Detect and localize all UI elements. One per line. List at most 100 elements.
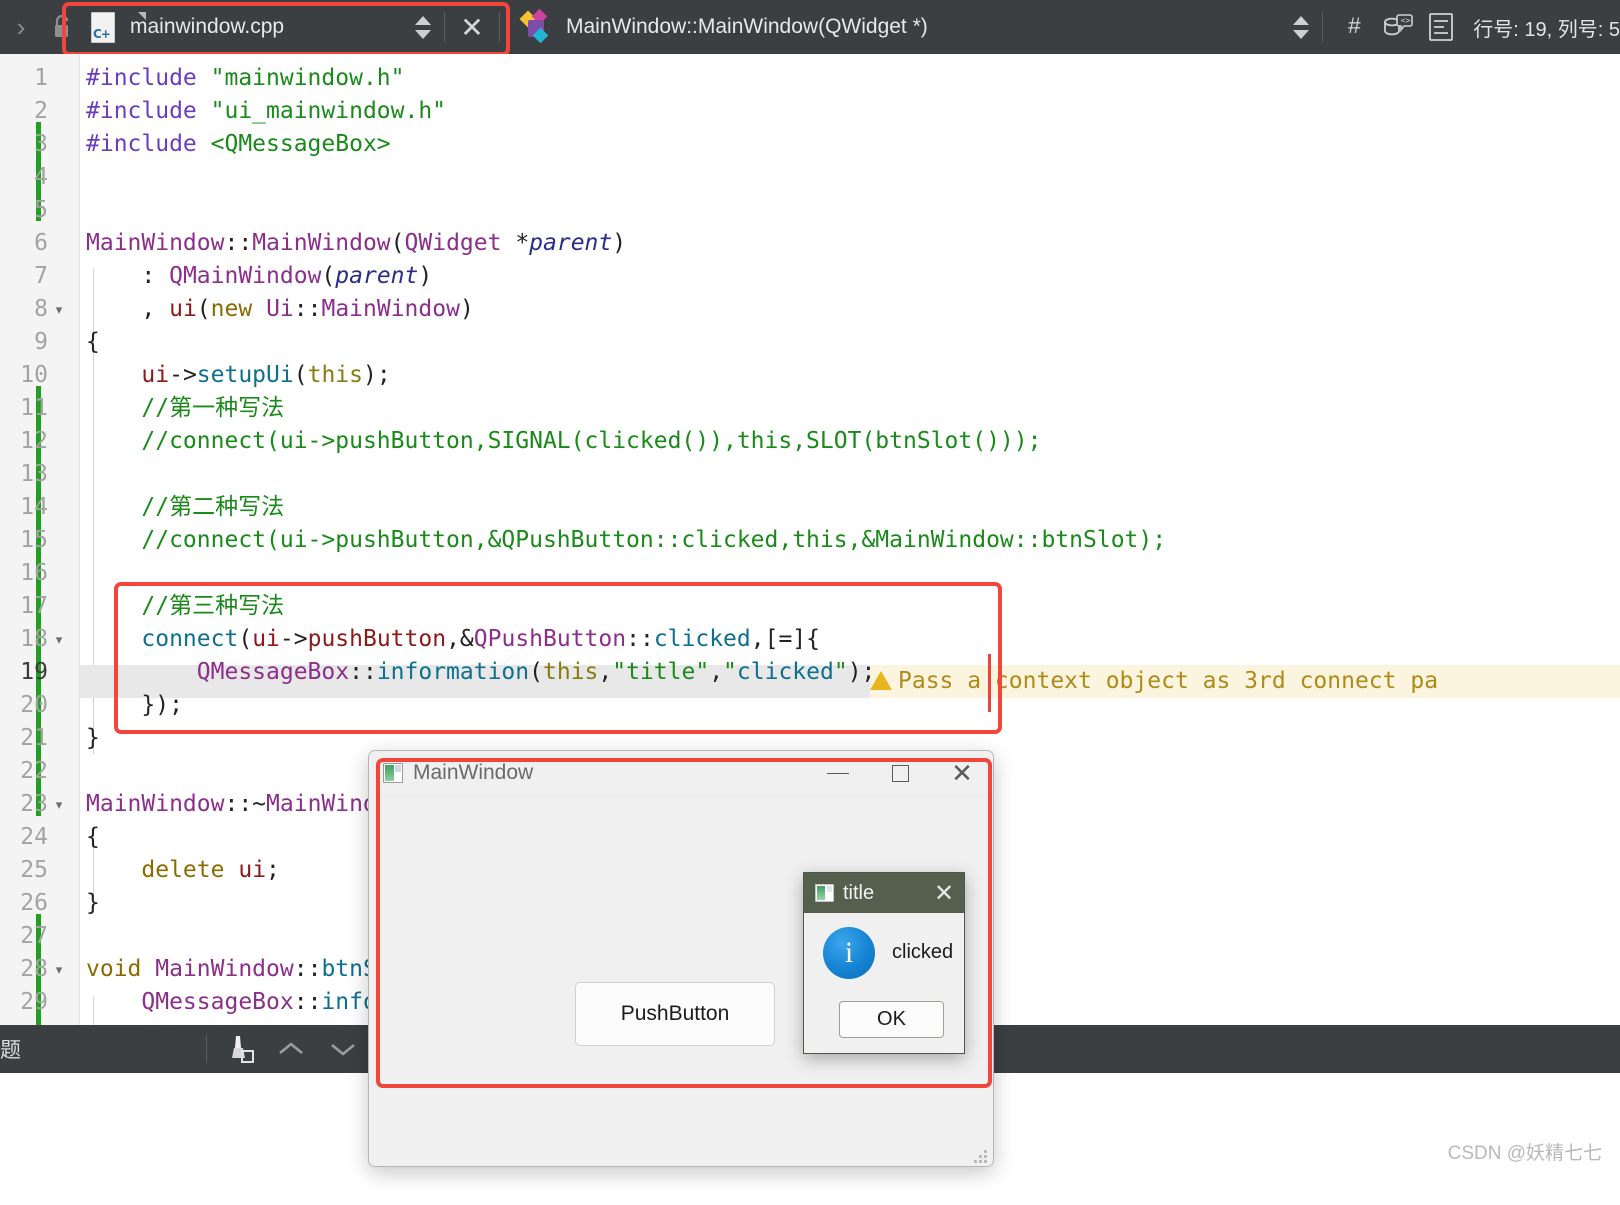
toolbar-divider-2 (499, 12, 500, 42)
code-line[interactable]: #include <QMessageBox> (80, 128, 1620, 161)
inline-warning: Pass a context object as 3rd connect pa (870, 665, 1620, 698)
line-number: 2 (34, 98, 48, 124)
line-number: 26 (20, 890, 48, 916)
line-number: 21 (20, 725, 48, 751)
nav-chevron-icon[interactable]: › (0, 0, 42, 54)
line-number: 18 (20, 626, 48, 652)
text-caret (988, 654, 991, 712)
line-number: 8 (34, 296, 48, 322)
line-number: 29 (20, 989, 48, 1015)
warning-triangle-icon (870, 671, 892, 690)
file-name-label: mainwindow.cpp (130, 15, 285, 38)
qt-window-controls: ✕ (807, 751, 993, 795)
qt-main-window-title: MainWindow (413, 761, 534, 784)
code-line[interactable]: //connect(ui->pushButton,&QPushButton::c… (80, 524, 1620, 557)
toolbar-right-group: # <> 行号: 19, 列号: 5 (1290, 0, 1620, 54)
issues-panel-label: 题 (0, 1039, 21, 1062)
code-line[interactable]: connect(ui->pushButton,&QPushButton::cli… (80, 623, 1620, 656)
line-number: 27 (20, 923, 48, 949)
line-number: 19 (20, 659, 48, 685)
line-number-toggle-icon[interactable]: # (1333, 14, 1375, 40)
qt-app-icon (383, 763, 403, 783)
line-number: 22 (20, 758, 48, 784)
code-line[interactable]: , ui(new Ui::MainWindow) (80, 293, 1620, 326)
code-model-icon[interactable]: <> (1375, 7, 1419, 47)
ok-button[interactable]: OK (839, 1001, 944, 1038)
chevron-down-icon[interactable] (317, 1025, 369, 1073)
message-box-body: i clicked OK (804, 913, 964, 1052)
code-line[interactable]: //connect(ui->pushButton,SIGNAL(clicked(… (80, 425, 1620, 458)
close-button[interactable]: ✕ (924, 873, 964, 913)
line-number: 9 (34, 329, 48, 355)
file-selector-spinner-icon[interactable] (412, 7, 434, 47)
cpp-file-icon: C+ (88, 10, 146, 44)
line-number: 24 (20, 824, 48, 850)
message-box-titlebar[interactable]: title ✕ (804, 873, 964, 913)
line-number: 14 (20, 494, 48, 520)
code-line[interactable]: ui->setupUi(this); (80, 359, 1620, 392)
toolbar-divider-3 (1322, 12, 1324, 42)
line-number: 17 (20, 593, 48, 619)
maximize-button[interactable] (869, 751, 931, 795)
fold-toggle-icon[interactable]: ▾ (50, 623, 68, 656)
minimize-button[interactable] (807, 751, 869, 795)
line-number: 6 (34, 230, 48, 256)
code-line[interactable] (80, 161, 1620, 194)
line-number: 25 (20, 857, 48, 883)
qt-creator-screenshot: › C+ mainwindow.cpp ✕ MainWindow::MainWi… (0, 0, 1620, 1205)
push-button[interactable]: PushButton (575, 982, 775, 1046)
fold-toggle-icon[interactable]: ▾ (50, 953, 68, 986)
message-box-title: title (843, 881, 875, 904)
code-line[interactable]: //第一种写法 (80, 392, 1620, 425)
code-line[interactable]: #include "mainwindow.h" (80, 62, 1620, 95)
line-number: 3 (34, 131, 48, 157)
unlocked-padlock-icon[interactable] (42, 14, 82, 40)
toolbar-divider-1 (444, 12, 445, 42)
qt-app-icon (815, 884, 834, 902)
information-icon: i (823, 927, 875, 979)
qt-main-window-titlebar[interactable]: MainWindow ✕ (369, 751, 993, 796)
line-number: 15 (20, 527, 48, 553)
line-number: 16 (20, 560, 48, 586)
line-number: 4 (34, 164, 48, 190)
editor-toolbar: › C+ mainwindow.cpp ✕ MainWindow::MainWi… (0, 0, 1620, 54)
svg-text:<>: <> (1401, 16, 1411, 25)
inline-warning-text: Pass a context object as 3rd connect pa (898, 668, 1439, 694)
code-line[interactable]: #include "ui_mainwindow.h" (80, 95, 1620, 128)
symbol-name-label[interactable]: MainWindow::MainWindow(QWidget *) (566, 15, 928, 39)
file-selector[interactable]: C+ mainwindow.cpp (82, 7, 434, 47)
code-line[interactable]: : QMainWindow(parent) (80, 260, 1620, 293)
line-number: 10 (20, 362, 48, 388)
broom-icon[interactable] (213, 1025, 265, 1073)
close-button[interactable]: ✕ (931, 751, 993, 795)
code-line[interactable]: //第三种写法 (80, 590, 1620, 623)
symbol-selector-spinner-icon[interactable] (1290, 7, 1312, 47)
line-number: 5 (34, 197, 48, 223)
code-line[interactable]: { (80, 326, 1620, 359)
close-file-button[interactable]: ✕ (455, 7, 489, 47)
resize-grip-icon[interactable] (973, 1149, 987, 1163)
line-number: 20 (20, 692, 48, 718)
cursor-position-label: 行号: 19, 列号: 5 (1473, 18, 1620, 41)
code-line[interactable]: MainWindow::MainWindow(QWidget *parent) (80, 227, 1620, 260)
line-number: 1 (34, 65, 48, 91)
fold-toggle-icon[interactable]: ▾ (50, 788, 68, 821)
split-editor-icon[interactable] (1419, 7, 1463, 47)
code-line[interactable] (80, 194, 1620, 227)
code-line[interactable] (80, 557, 1620, 590)
line-number: 23 (20, 791, 48, 817)
line-number: 28 (20, 956, 48, 982)
fold-toggle-icon[interactable]: ▾ (50, 293, 68, 326)
code-line[interactable] (80, 458, 1620, 491)
bottom-bar-divider (206, 1035, 207, 1063)
code-line[interactable]: //第二种写法 (80, 491, 1620, 524)
watermark: CSDN @妖精七七 (1447, 1143, 1602, 1164)
line-number: 13 (20, 461, 48, 487)
qt-message-box[interactable]: title ✕ i clicked OK (803, 872, 965, 1054)
chevron-up-icon[interactable] (265, 1025, 317, 1073)
line-number: 12 (20, 428, 48, 454)
cpp-file-icon-label: C+ (93, 27, 111, 41)
message-box-text: clicked (892, 941, 954, 963)
line-number: 11 (20, 395, 48, 421)
symbol-kind-icon (519, 8, 556, 44)
